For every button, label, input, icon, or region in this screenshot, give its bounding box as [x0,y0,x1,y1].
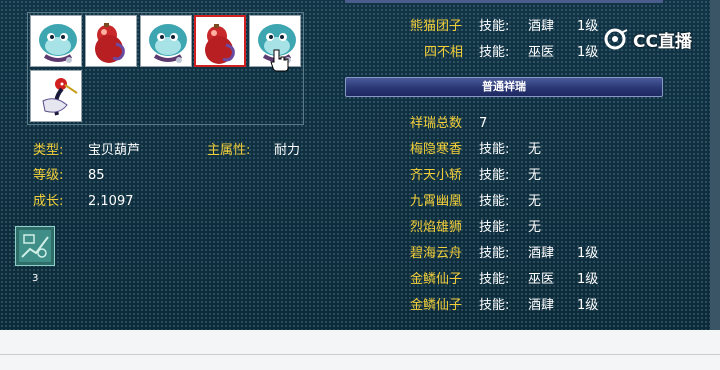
row-5-skill-label: 技能: [479,246,510,261]
row-6-skill-label: 技能: [479,272,510,287]
row-6-level: 1级 [577,272,599,287]
row-2-name: 齐天小轿 [410,168,463,183]
row-7-level: 1级 [577,298,599,313]
cc-logo-icon [604,28,628,50]
blue-whale-pet-icon [39,24,77,63]
level-label: 等级: [33,168,64,183]
row-2-skill: 无 [528,168,542,183]
row-3-skill-label: 技能: [479,194,510,209]
skill-count: 3 [32,273,39,284]
level-value: 85 [88,168,105,183]
top-row-1-level: 1级 [577,19,599,34]
watermark-label: CC直播 [633,31,692,52]
top-row-2-name: 四不相 [424,45,464,60]
skill-icon [19,230,51,262]
growth-value: 2.1097 [88,194,134,209]
window-edge-strip [710,0,720,330]
type-value: 宝贝葫芦 [88,143,141,158]
row-7-skill: 酒肆 [528,298,555,313]
skill-slot[interactable] [15,226,55,266]
row-2-skill-label: 技能: [479,168,510,183]
row-3-skill: 无 [528,194,542,209]
row-4-name: 烈焰雄狮 [410,220,463,235]
row-6-skill: 巫医 [528,272,555,287]
top-row-1-skill-label: 技能: [479,19,510,34]
row-4-skill-label: 技能: [479,220,510,235]
row-1-skill: 无 [528,142,542,157]
row-7-skill-label: 技能: [479,298,510,313]
top-row-1-skill: 酒肆 [528,19,555,34]
blue-whale-pet-icon [149,24,187,63]
main-attr-value: 耐力 [274,143,301,158]
row-4-skill: 无 [528,220,542,235]
panel-top-edge [345,0,663,3]
total-value: 7 [479,116,488,131]
game-panel: 类型: 宝贝葫芦 主属性: 耐力 等级: 85 成长: 2.1097 3 熊猫团… [0,0,710,330]
pet-slot-3[interactable] [140,15,192,67]
growth-label: 成长: [33,194,64,209]
row-1-name: 梅隐寒香 [410,142,463,157]
red-gourd-pet-icon [95,23,125,63]
page-bottom-area [0,330,720,370]
top-row-2-skill: 巫医 [528,45,555,60]
row-5-name: 碧海云舟 [410,246,463,261]
red-gourd-pet-icon [205,24,235,64]
row-7-name: 金鳞仙子 [410,298,463,313]
pet-slot-1[interactable] [30,15,82,67]
row-6-name: 金鳞仙子 [410,272,463,287]
crane-pet-icon [42,78,78,116]
hand-cursor-icon [270,49,289,72]
type-label: 类型: [33,143,64,158]
total-label: 祥瑞总数 [410,116,463,131]
pet-slot-4-selected[interactable] [194,15,246,67]
top-row-1-name: 熊猫团子 [410,19,463,34]
row-3-name: 九霄幽凰 [410,194,463,209]
pet-slot-6[interactable] [30,70,82,122]
pet-slot-2[interactable] [85,15,137,67]
page-divider [0,354,720,355]
cc-live-watermark: CC直播 [603,27,692,52]
row-1-skill-label: 技能: [479,142,510,157]
row-5-skill: 酒肆 [528,246,555,261]
section-header-bar: 普通祥瑞 [345,77,663,97]
top-row-2-skill-label: 技能: [479,45,510,60]
top-row-2-level: 1级 [577,45,599,60]
row-5-level: 1级 [577,246,599,261]
main-attr-label: 主属性: [207,143,251,158]
